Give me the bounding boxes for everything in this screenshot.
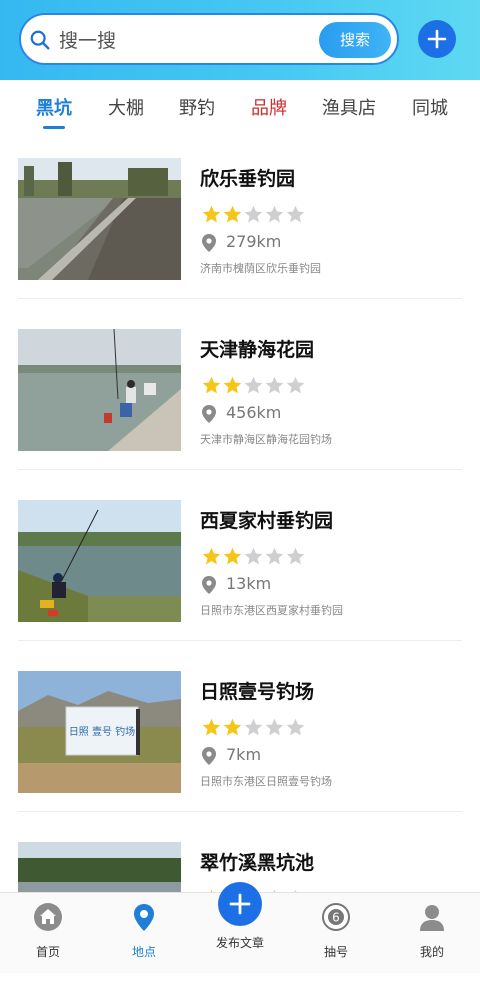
rating-stars xyxy=(201,375,306,395)
address-text: 日照市东港区日照壹号钓场 xyxy=(200,775,332,788)
spot-name: 日照壹号钓场 xyxy=(200,681,315,703)
location-icon xyxy=(134,904,154,931)
star-empty-icon xyxy=(244,718,263,736)
star-empty-icon xyxy=(244,547,263,565)
location-pin-icon xyxy=(202,405,216,423)
rating-stars xyxy=(201,546,306,566)
nav-home-label: 首页 xyxy=(35,945,60,959)
search-icon xyxy=(30,30,50,50)
tab-dapeng[interactable]: 大棚 xyxy=(108,94,144,120)
user-icon xyxy=(420,905,444,931)
distance-text: 456km xyxy=(226,403,282,422)
nav-home[interactable]: 首页 xyxy=(13,901,83,961)
search-button[interactable]: 搜索 xyxy=(319,22,391,58)
spot-photo xyxy=(18,158,181,280)
search-bar[interactable]: 搜索 xyxy=(19,13,399,65)
star-filled-icon xyxy=(223,718,242,736)
list-item[interactable]: 日照 壹号 钓场 日照壹号钓场 7km 日照市东港区日照壹号钓场 xyxy=(0,661,480,831)
billboard-text: 日照 壹号 钓场 xyxy=(69,725,135,738)
nav-mine[interactable]: 我的 xyxy=(397,901,467,961)
divider xyxy=(18,640,462,641)
tab-yediao[interactable]: 野钓 xyxy=(179,94,215,120)
tab-tackle-shop[interactable]: 渔具店 xyxy=(322,94,376,120)
star-filled-icon xyxy=(202,718,221,736)
star-filled-icon xyxy=(223,547,242,565)
spot-photo xyxy=(18,329,181,451)
spot-photo xyxy=(18,500,181,622)
divider xyxy=(18,811,462,812)
distance-text: 7km xyxy=(226,745,262,764)
svg-text:6: 6 xyxy=(332,911,340,925)
top-header: 搜索 xyxy=(0,0,480,80)
star-empty-icon xyxy=(265,718,284,736)
spot-name: 翠竹溪黑坑池 xyxy=(200,852,315,874)
rating-stars xyxy=(201,204,306,224)
star-filled-icon xyxy=(202,205,221,223)
star-filled-icon xyxy=(223,205,242,223)
star-empty-icon xyxy=(286,376,305,394)
location-pin-icon xyxy=(202,747,216,765)
list-item[interactable]: 西夏家村垂钓园 13km 日照市东港区西夏家村垂钓园 xyxy=(0,490,480,660)
lottery-ball-icon: 6 xyxy=(322,903,350,931)
tab-heikeng[interactable]: 黑坑 xyxy=(36,94,72,120)
spot-name: 欣乐垂钓园 xyxy=(200,168,296,190)
distance-text: 279km xyxy=(226,232,282,251)
nav-lottery[interactable]: 6 抽号 xyxy=(301,901,371,961)
divider xyxy=(18,469,462,470)
distance-text: 13km xyxy=(226,574,272,593)
star-filled-icon xyxy=(202,547,221,565)
address-text: 日照市东港区西夏家村垂钓园 xyxy=(200,604,343,617)
star-empty-icon xyxy=(244,205,263,223)
location-pin-icon xyxy=(202,576,216,594)
star-empty-icon xyxy=(265,205,284,223)
list-item[interactable]: 欣乐垂钓园 279km 济南市槐荫区欣乐垂钓园 xyxy=(0,148,480,318)
address-text: 济南市槐荫区欣乐垂钓园 xyxy=(200,262,321,275)
location-pin-icon xyxy=(202,234,216,252)
nav-mine-label: 我的 xyxy=(419,945,444,959)
nav-location[interactable]: 地点 xyxy=(109,901,179,961)
star-empty-icon xyxy=(244,376,263,394)
spot-name: 天津静海花园 xyxy=(200,339,315,361)
search-input[interactable] xyxy=(57,25,331,57)
tab-brand[interactable]: 品牌 xyxy=(251,94,287,120)
star-empty-icon xyxy=(286,547,305,565)
spot-photo: 日照 壹号 钓场 xyxy=(18,671,181,793)
plus-icon xyxy=(229,893,251,915)
category-tabs: 黑坑 大棚 野钓 品牌 渔具店 同城 xyxy=(0,80,480,132)
add-button[interactable] xyxy=(418,20,456,58)
star-filled-icon xyxy=(202,376,221,394)
list-item[interactable]: 天津静海花园 456km 天津市静海区静海花园钓场 xyxy=(0,319,480,489)
nav-publish-label: 发布文章 xyxy=(215,936,264,950)
active-tab-indicator xyxy=(43,126,65,129)
star-empty-icon xyxy=(265,376,284,394)
home-icon xyxy=(34,903,62,931)
tab-same-city[interactable]: 同城 xyxy=(412,94,448,120)
nav-location-label: 地点 xyxy=(131,945,156,959)
publish-button[interactable] xyxy=(218,882,262,926)
address-text: 天津市静海区静海花园钓场 xyxy=(200,433,332,446)
divider xyxy=(18,298,462,299)
rating-stars xyxy=(201,717,306,737)
star-empty-icon xyxy=(286,718,305,736)
spot-name: 西夏家村垂钓园 xyxy=(200,510,334,532)
plus-icon xyxy=(427,29,447,49)
nav-lottery-label: 抽号 xyxy=(323,945,348,959)
star-empty-icon xyxy=(265,547,284,565)
star-filled-icon xyxy=(223,376,242,394)
star-empty-icon xyxy=(286,205,305,223)
